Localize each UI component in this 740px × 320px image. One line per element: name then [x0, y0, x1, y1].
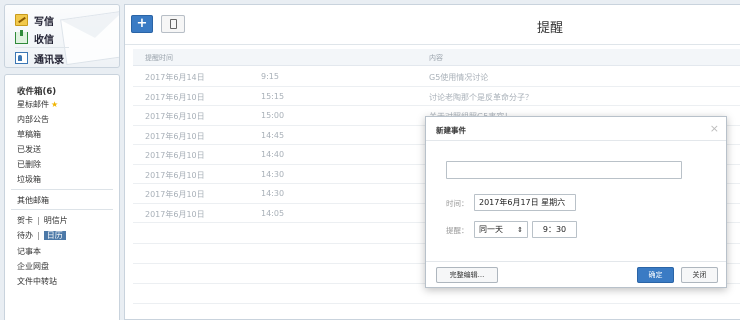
select-arrow-icon: ⇕ — [517, 225, 523, 234]
sidebar-item-greeting-card[interactable]: 贺卡 — [17, 216, 33, 225]
row-time: 9:15 — [261, 72, 279, 81]
sidebar-item-drafts[interactable]: 草稿箱 — [17, 129, 41, 140]
sidebar-item-inbox[interactable]: 收件箱(6) — [17, 85, 56, 97]
separator: | — [37, 216, 40, 225]
sidebar-item-postcard[interactable]: 明信片 — [44, 216, 68, 225]
confirm-button[interactable]: 确定 — [637, 267, 674, 283]
table-row[interactable]: 2017年6月10日 15:15 讨论老陶那个是反革命分子？ — [133, 87, 740, 106]
sidebar-item-todo[interactable]: 待办 — [17, 231, 33, 240]
contacts-button[interactable]: 通讯录 — [15, 49, 64, 67]
close-button[interactable]: 关闭 — [681, 267, 718, 283]
compose-panel: 写信 收信 通讯录 — [4, 4, 120, 68]
divider — [11, 189, 113, 190]
sidebar-item-calendar[interactable]: 日历 — [43, 231, 66, 240]
remind-label: 提醒： — [446, 226, 469, 235]
row-time: 14:30 — [261, 169, 285, 179]
row-time: 15:15 — [261, 91, 285, 101]
add-reminder-button[interactable]: + — [131, 15, 153, 33]
sidebar-item-notes[interactable]: 记事本 — [17, 246, 41, 257]
sidebar-item-deleted[interactable]: 已删除 — [17, 159, 41, 170]
toolbar: + 提醒 — [125, 5, 740, 45]
row-date: 2017年6月10日 — [145, 112, 205, 121]
sidebar-item-netdisk[interactable]: 企业网盘 — [17, 261, 49, 272]
pencil-icon — [15, 14, 28, 26]
close-icon[interactable]: × — [710, 122, 719, 135]
sidebar-item-other-mailbox[interactable]: 其他邮箱 — [17, 195, 49, 206]
contacts-label: 通讯录 — [34, 54, 64, 66]
sidebar-item-file-transfer[interactable]: 文件中转站 — [17, 276, 57, 287]
remind-select-value: 同一天 — [479, 225, 503, 234]
receive-mail-button[interactable]: 收信 — [15, 29, 54, 47]
sidebar-item-spam[interactable]: 垃圾箱 — [17, 174, 41, 185]
sidebar-item-starred[interactable]: 星标邮件 ★ — [17, 99, 58, 110]
row-date: 2017年6月10日 — [145, 190, 205, 199]
table-row[interactable]: 2017年6月14日 9:15 G5使用情况讨论 — [133, 67, 740, 87]
page-title: 提醒 — [537, 21, 564, 36]
greeting-row: 贺卡 | 明信片 — [17, 215, 68, 226]
sidebar-item-sent[interactable]: 已发送 — [17, 144, 41, 155]
row-date: 2017年6月10日 — [145, 170, 205, 180]
row-date: 2017年6月10日 — [145, 131, 205, 141]
row-time: 14:05 — [261, 208, 285, 218]
remind-select[interactable]: 同一天 ⇕ — [474, 221, 528, 238]
row-date: 2017年6月10日 — [145, 209, 205, 219]
sidebar: 写信 收信 通讯录 收件箱(6) 星标邮件 ★ 内部公告 草稿箱 已发送 已删除 … — [0, 0, 120, 320]
full-edit-button[interactable]: 完整编辑... — [436, 267, 498, 283]
separator: | — [37, 231, 40, 240]
time-label: 时间： — [446, 199, 469, 208]
contact-card-icon — [15, 52, 28, 64]
folder-list: 收件箱(6) 星标邮件 ★ 内部公告 草稿箱 已发送 已删除 垃圾箱 其他邮箱 贺… — [4, 74, 120, 320]
dialog-header: 新建事件 × — [426, 117, 726, 141]
row-date: 2017年6月10日 — [145, 151, 205, 160]
row-time: 14:45 — [261, 130, 285, 140]
date-picker-field[interactable]: 2017年6月17日 星期六 — [474, 194, 576, 211]
dialog-footer: 完整编辑... 确定 关闭 — [426, 261, 726, 287]
row-time: 15:00 — [261, 111, 285, 120]
row-time: 14:40 — [261, 150, 285, 159]
column-header-time: 提醒时间 — [145, 54, 173, 62]
envelope-decoration — [60, 10, 119, 66]
view-toggle-button[interactable] — [161, 15, 185, 33]
write-mail-label: 写信 — [34, 16, 54, 28]
starred-label: 星标邮件 — [17, 100, 49, 109]
write-mail-button[interactable]: 写信 — [15, 11, 54, 29]
row-date: 2017年6月14日 — [145, 73, 205, 82]
star-icon: ★ — [51, 100, 59, 109]
row-content: 讨论老陶那个是反革命分子？ — [429, 92, 533, 102]
table-header: 提醒时间 内容 — [133, 49, 740, 66]
receive-mail-label: 收信 — [34, 34, 54, 46]
phone-icon — [170, 19, 177, 29]
download-icon — [15, 30, 28, 44]
divider — [15, 47, 69, 48]
row-time: 14:30 — [261, 189, 285, 198]
row-content: G5使用情况讨论 — [429, 73, 489, 82]
table-row-empty — [133, 303, 740, 304]
new-event-dialog: 新建事件 × 时间： 2017年6月17日 星期六 提醒： 同一天 ⇕ 9：30… — [425, 116, 727, 288]
todo-row: 待办 | 日历 — [17, 230, 66, 241]
dialog-title: 新建事件 — [436, 126, 466, 135]
event-subject-input[interactable] — [446, 161, 682, 179]
row-date: 2017年6月10日 — [145, 92, 205, 102]
column-header-content: 内容 — [429, 54, 443, 62]
sidebar-item-internal-notice[interactable]: 内部公告 — [17, 114, 49, 125]
time-input[interactable]: 9：30 — [532, 221, 577, 238]
divider — [11, 209, 113, 210]
